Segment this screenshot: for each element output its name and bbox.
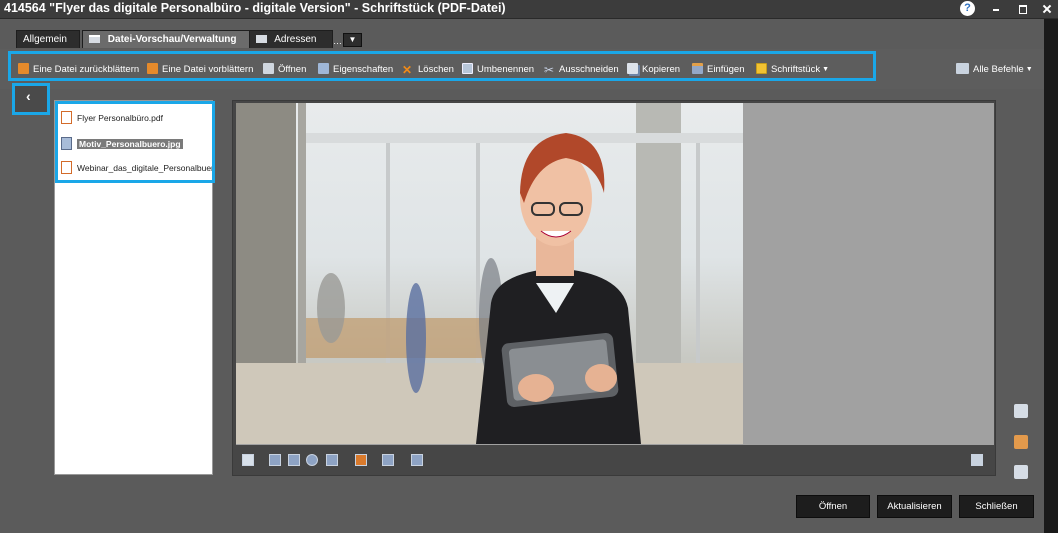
fit-height-icon[interactable]	[288, 454, 300, 466]
file-list-highlight	[55, 101, 215, 183]
chevron-down-icon: ▼	[822, 66, 830, 73]
close-icon[interactable]	[1041, 2, 1055, 16]
toolbar-delete-button[interactable]: ✕ Löschen	[402, 63, 454, 77]
close-button[interactable]: Schließen	[959, 495, 1034, 518]
toolbar-file-back-button[interactable]: Eine Datei zurückblättern	[18, 63, 139, 77]
preview-image	[236, 103, 743, 444]
toolbar-label: Schriftstück	[771, 64, 821, 75]
toolbar-label: Einfügen	[707, 64, 745, 75]
all-commands-label: Alle Befehle	[973, 64, 1024, 75]
toolbar-label: Eine Datei zurückblättern	[33, 64, 140, 75]
cut-icon: ✂	[544, 63, 555, 77]
toolbar-label: Löschen	[418, 64, 454, 75]
all-commands-button[interactable]: Alle Befehle ▼	[956, 63, 1033, 75]
toolbar-document-dropdown[interactable]: Schriftstück ▼	[756, 63, 829, 77]
list-icon	[956, 63, 969, 74]
toolbar-cut-button[interactable]: ✂ Ausschneiden	[544, 63, 619, 77]
maximize-icon[interactable]	[1016, 2, 1030, 16]
folder-icon	[89, 35, 100, 43]
collapse-panel-button[interactable]: ‹	[12, 83, 50, 115]
tab-label: Adressen	[274, 34, 317, 45]
tab-allgemein[interactable]: Allgemein	[16, 30, 80, 48]
tab-datei-vorschau[interactable]: Datei-Vorschau/Verwaltung	[82, 30, 250, 48]
refresh-button[interactable]: Aktualisieren	[877, 495, 952, 518]
edit-icon[interactable]	[1014, 465, 1028, 479]
print-icon[interactable]	[411, 454, 423, 466]
zoom-icon[interactable]	[306, 454, 318, 466]
fit-width-icon[interactable]	[269, 454, 281, 466]
copy-icon	[627, 63, 638, 74]
properties-icon	[318, 63, 329, 74]
toolbar-open-button[interactable]: Öffnen	[263, 63, 306, 77]
title-bar: 414564 "Flyer das digitale Personalbüro …	[0, 0, 1058, 19]
add-document-icon[interactable]	[1014, 404, 1028, 418]
open-button[interactable]: Öffnen	[796, 495, 870, 518]
toolbar-rename-button[interactable]: Umbenennen	[462, 63, 534, 77]
file-back-icon	[18, 63, 29, 74]
rotate-icon[interactable]	[355, 454, 367, 466]
toolbar-label: Eigenschaften	[333, 64, 394, 75]
file-forward-icon	[147, 63, 158, 74]
window-title: 414564 "Flyer das digitale Personalbüro …	[4, 1, 506, 15]
toolbar-copy-button[interactable]: Kopieren	[627, 63, 680, 77]
stamp-icon[interactable]	[1014, 435, 1028, 449]
help-icon[interactable]: ?	[960, 1, 975, 16]
tab-bar: Allgemein Datei-Vorschau/Verwaltung Adre…	[0, 30, 1058, 49]
office-photo	[236, 103, 743, 444]
zoom-area-icon[interactable]	[326, 454, 338, 466]
toolbar-file-forward-button[interactable]: Eine Datei vorblättern	[147, 63, 253, 77]
toolbar-label: Kopieren	[642, 64, 681, 75]
pages-icon[interactable]	[382, 454, 394, 466]
toolbar-label: Ausschneiden	[559, 64, 619, 75]
toolbar-paste-button[interactable]: Einfügen	[692, 63, 745, 77]
toolbar-label: Öffnen	[278, 64, 307, 75]
chevron-left-icon: ‹	[26, 88, 31, 104]
toolbar-label: Umbenennen	[477, 64, 535, 75]
window-right-edge	[1044, 0, 1058, 533]
document-icon	[756, 63, 767, 74]
minimize-icon[interactable]	[990, 2, 1004, 16]
address-card-icon	[256, 35, 267, 43]
rename-icon	[462, 63, 473, 74]
toolbar-label: Eine Datei vorblättern	[162, 64, 254, 75]
toolbar-properties-button[interactable]: Eigenschaften	[318, 63, 393, 77]
paste-icon	[692, 63, 703, 74]
tab-overflow-dots: …	[333, 36, 342, 46]
tab-label: Allgemein	[23, 34, 67, 45]
open-icon	[263, 63, 274, 74]
fit-page-icon[interactable]	[242, 454, 254, 466]
tab-adressen[interactable]: Adressen	[249, 30, 333, 48]
chevron-down-icon: ▼	[1025, 66, 1033, 73]
preview-menu-icon[interactable]	[971, 454, 983, 466]
tab-dropdown-button[interactable]: ▼	[343, 33, 362, 47]
delete-icon: ✕	[402, 63, 413, 77]
tab-label: Datei-Vorschau/Verwaltung	[107, 34, 237, 45]
